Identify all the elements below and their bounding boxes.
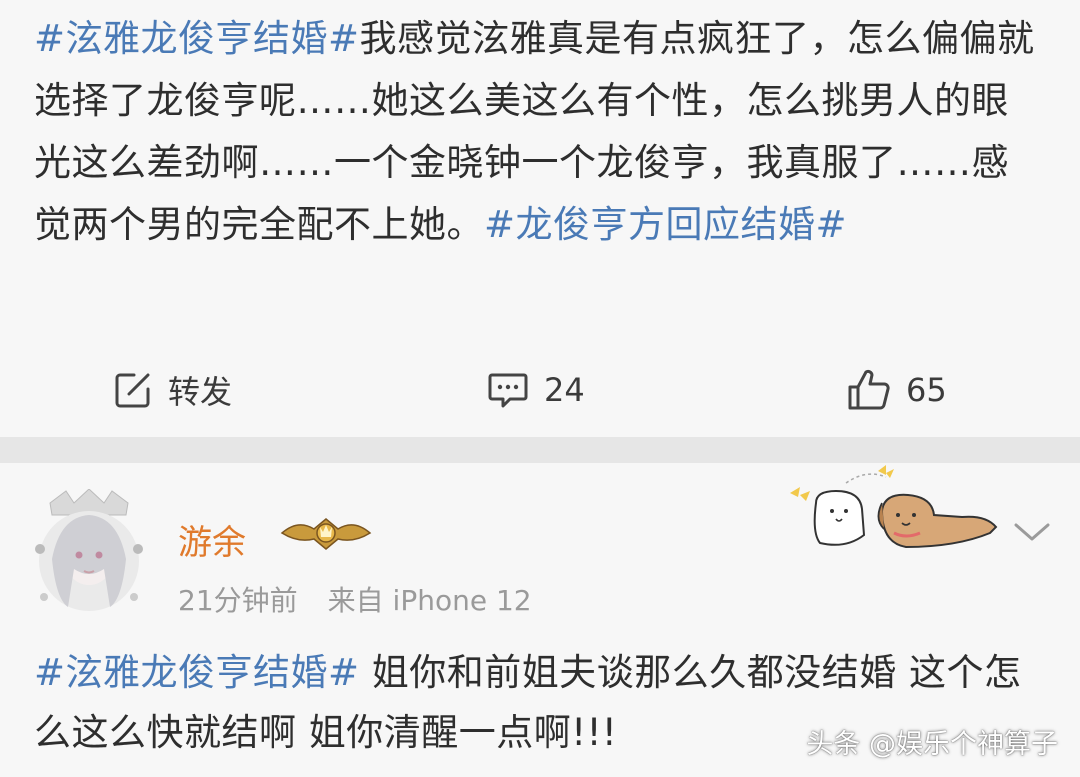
vip-badge-icon: [280, 518, 372, 550]
comment-button[interactable]: 24: [486, 360, 585, 420]
post-card-1: #泫雅龙俊亨结婚#我感觉泫雅真是有点疯狂了，怎么偏偏就选择了龙俊亨呢……她这么美…: [0, 0, 1080, 437]
post-time: 21分钟前: [178, 584, 298, 617]
post-source: 来自 iPhone 12: [327, 584, 532, 617]
repost-button[interactable]: 转发: [112, 360, 232, 420]
comment-count: 24: [544, 371, 585, 409]
comment-icon: [488, 373, 528, 408]
hashtag-link[interactable]: #泫雅龙俊亨结婚#: [34, 17, 360, 60]
hashtag-link[interactable]: #泫雅龙俊亨结婚#: [34, 651, 360, 694]
post-meta: 21分钟前 来自 iPhone 12: [178, 579, 532, 619]
dog-sticker: [790, 465, 998, 549]
chevron-down-icon[interactable]: [1010, 517, 1054, 547]
section-divider: [0, 437, 1080, 463]
like-icon: [848, 369, 890, 410]
edit-repost-icon: [115, 373, 150, 408]
avatar[interactable]: [30, 489, 148, 613]
repost-label: 转发: [168, 373, 233, 411]
action-bar: 转发 24 65: [0, 360, 1080, 420]
like-count: 65: [906, 371, 947, 409]
hashtag-link[interactable]: #龙俊亨方回应结婚#: [484, 203, 847, 246]
watermark: 头条 @娱乐个神算子: [806, 729, 1058, 760]
like-button[interactable]: 65: [846, 360, 947, 420]
username[interactable]: 游余: [178, 515, 246, 564]
post-text-1: #泫雅龙俊亨结婚#我感觉泫雅真是有点疯狂了，怎么偏偏就选择了龙俊亨呢……她这么美…: [34, 8, 1044, 256]
post-card-2: 游余 21分钟前 来自 iPhone 12 #泫雅龙俊亨结婚# 姐你和前姐夫谈那…: [0, 463, 1080, 777]
